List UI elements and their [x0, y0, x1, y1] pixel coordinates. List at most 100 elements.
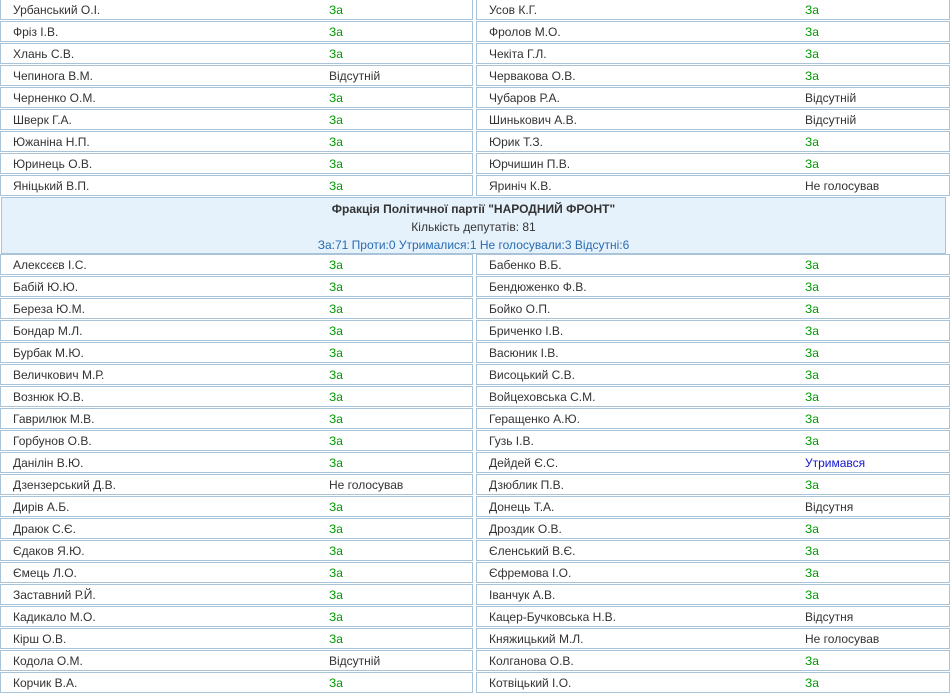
vote-result: За	[329, 565, 343, 580]
vote-result: За	[329, 178, 343, 193]
deputy-name: Войцеховська С.М.	[489, 389, 596, 404]
deputy-row: Черненко О.М. За Чубаров Р.А. Відсутній	[0, 87, 951, 109]
deputy-name: Алексєєв І.С.	[13, 257, 87, 272]
deputy-row: Величкович М.Р. За Висоцький С.В. За	[0, 364, 951, 386]
deputy-row: Вознюк Ю.В. За Войцеховська С.М. За	[0, 386, 951, 408]
deputy-row: Дирів А.Б. За Донець Т.А. Відсутня	[0, 496, 951, 518]
deputy-cell: Дзюблик П.В. За	[476, 474, 950, 495]
deputy-name: Величкович М.Р.	[13, 367, 105, 382]
deputy-cell: Алексєєв І.С. За	[0, 254, 473, 275]
vote-result: За	[805, 433, 819, 448]
vote-result: Не голосував	[805, 631, 880, 646]
deputy-name: Шинькович А.В.	[489, 112, 577, 127]
deputy-cell: Бондар М.Л. За	[0, 320, 473, 341]
vote-result: За	[329, 345, 343, 360]
deputy-name: Бондар М.Л.	[13, 323, 83, 338]
deputy-cell: Чубаров Р.А. Відсутній	[476, 87, 950, 108]
deputy-cell: Кацер-Бучковська Н.В. Відсутня	[476, 606, 950, 627]
vote-result: За	[805, 345, 819, 360]
deputy-cell: Дейдей Є.С. Утримався	[476, 452, 950, 473]
deputy-row: Алексєєв І.С. За Бабенко В.Б. За	[0, 254, 951, 276]
deputy-name: Яніцький В.П.	[13, 178, 90, 193]
deputy-cell: Чепинога В.М. Відсутній	[0, 65, 473, 86]
deputy-name: Червакова О.В.	[489, 68, 576, 83]
deputy-name: Шверк Г.А.	[13, 112, 72, 127]
vote-result: За	[805, 653, 819, 668]
deputy-cell: Яніцький В.П. За	[0, 175, 473, 196]
deputy-cell: Кадикало М.О. За	[0, 606, 473, 627]
vote-result: За	[329, 609, 343, 624]
vote-result: За	[329, 156, 343, 171]
deputy-name: Васюник І.В.	[489, 345, 559, 360]
deputy-cell: Гузь І.В. За	[476, 430, 950, 451]
vote-result: За	[805, 565, 819, 580]
deputy-name: Юрик Т.З.	[489, 134, 543, 149]
deputy-row: Юринець О.В. За Юрчишин П.В. За	[0, 153, 951, 175]
vote-result: За	[329, 389, 343, 404]
deputy-cell: Васюник І.В. За	[476, 342, 950, 363]
deputy-cell: Бендюженко Ф.В. За	[476, 276, 950, 297]
deputy-cell: Шверк Г.А. За	[0, 109, 473, 130]
deputy-cell: Княжицький М.Л. Не голосував	[476, 628, 950, 649]
vote-result: Відсутній	[329, 653, 381, 668]
vote-result: За	[805, 301, 819, 316]
deputy-name: Чекіта Г.Л.	[489, 46, 547, 61]
faction-vote-summary: За:71 Проти:0 Утрималися:1 Не голосували…	[317, 238, 630, 252]
deputy-name: Бабенко В.Б.	[489, 257, 562, 272]
deputy-cell: Драюк С.Є. За	[0, 518, 473, 539]
deputy-name: Іванчук А.В.	[489, 587, 556, 602]
deputy-name: Ємець Л.О.	[13, 565, 77, 580]
deputy-cell: Донець Т.А. Відсутня	[476, 496, 950, 517]
deputy-cell: Висоцький С.В. За	[476, 364, 950, 385]
deputy-name: Корчик В.А.	[13, 675, 78, 690]
deputy-cell: Бабенко В.Б. За	[476, 254, 950, 275]
deputy-cell: Дзензерський Д.В. Не голосував	[0, 474, 473, 495]
vote-result: За	[805, 389, 819, 404]
vote-result: За	[329, 2, 343, 17]
deputy-name: Дроздик О.В.	[489, 521, 562, 536]
deputy-cell: Береза Ю.М. За	[0, 298, 473, 319]
vote-result: За	[329, 112, 343, 127]
vote-result: За	[805, 134, 819, 149]
deputy-name: Южаніна Н.П.	[13, 134, 90, 149]
vote-result: За	[805, 24, 819, 39]
deputy-name: Дзюблик П.В.	[489, 477, 564, 492]
vote-result: За	[329, 279, 343, 294]
deputy-name: Данілін В.Ю.	[13, 455, 84, 470]
deputy-row: Яніцький В.П. За Яриніч К.В. Не голосував	[0, 175, 951, 197]
vote-result: За	[329, 46, 343, 61]
deputy-cell: Войцеховська С.М. За	[476, 386, 950, 407]
faction-deputy-count: Кількість депутатів: 81	[411, 220, 536, 234]
vote-result: За	[329, 631, 343, 646]
vote-result: За	[329, 134, 343, 149]
deputy-cell: Єдаков Я.Ю. За	[0, 540, 473, 561]
deputy-row: Корчик В.А. За Котвіцький І.О. За	[0, 672, 951, 694]
deputy-row: Чепинога В.М. Відсутній Червакова О.В. За	[0, 65, 951, 87]
deputy-name: Бендюженко Ф.В.	[489, 279, 587, 294]
deputy-row: Береза Ю.М. За Бойко О.П. За	[0, 298, 951, 320]
deputy-row: Хлань С.В. За Чекіта Г.Л. За	[0, 43, 951, 65]
deputy-row: Гаврилюк М.В. За Геращенко А.Ю. За	[0, 408, 951, 430]
faction-header: Фракція Політичної партії "НАРОДНИЙ ФРОН…	[1, 197, 946, 254]
deputy-row: Шверк Г.А. За Шинькович А.В. Відсутній	[0, 109, 951, 131]
deputy-row: Бондар М.Л. За Бриченко І.В. За	[0, 320, 951, 342]
deputy-cell: Данілін В.Ю. За	[0, 452, 473, 473]
deputy-row: Данілін В.Ю. За Дейдей Є.С. Утримався	[0, 452, 951, 474]
deputy-cell: Заставний Р.Й. За	[0, 584, 473, 605]
deputy-row: Кодола О.М. Відсутній Колганова О.В. За	[0, 650, 951, 672]
deputy-name: Яриніч К.В.	[489, 178, 552, 193]
deputy-name: Єленський В.Є.	[489, 543, 576, 558]
deputy-cell: Юринець О.В. За	[0, 153, 473, 174]
deputy-cell: Котвіцький І.О. За	[476, 672, 950, 693]
vote-result: За	[805, 411, 819, 426]
deputy-cell: Єленський В.Є. За	[476, 540, 950, 561]
vote-result: За	[805, 521, 819, 536]
deputy-cell: Фролов М.О. За	[476, 21, 950, 42]
deputy-cell: Вознюк Ю.В. За	[0, 386, 473, 407]
deputy-cell: Бабій Ю.Ю. За	[0, 276, 473, 297]
deputy-row: Дзензерський Д.В. Не голосував Дзюблик П.В…	[0, 474, 951, 496]
deputy-cell: Єфремова І.О. За	[476, 562, 950, 583]
vote-result: За	[805, 587, 819, 602]
deputy-cell: Бойко О.П. За	[476, 298, 950, 319]
deputy-name: Хлань С.В.	[13, 46, 75, 61]
